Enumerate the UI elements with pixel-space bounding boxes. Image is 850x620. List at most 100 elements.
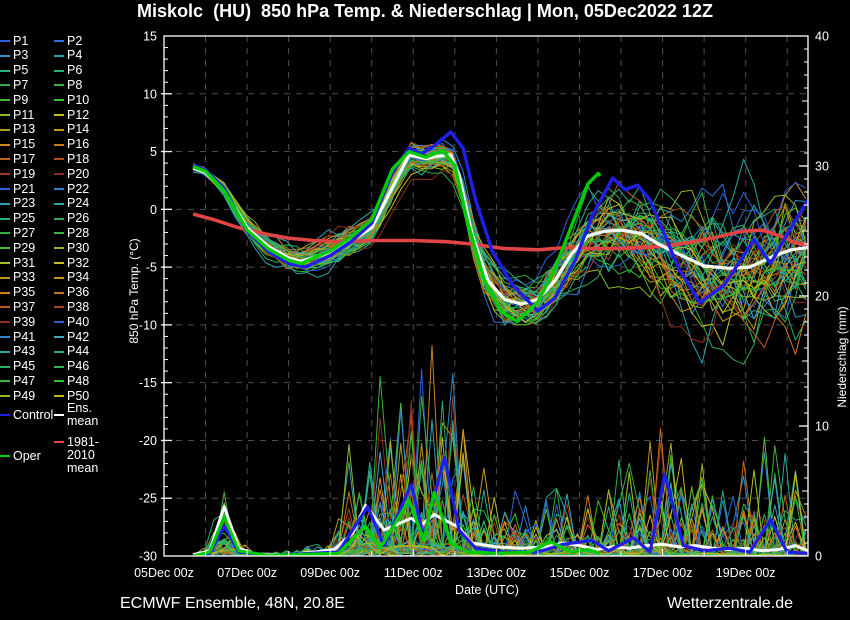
footer-model-info: ECMWF Ensemble, 48N, 20.8E — [120, 595, 345, 613]
legend-item-ens-mean: Ens. mean — [54, 408, 120, 422]
x-axis-tick-label: 05Dec 00z — [134, 566, 194, 580]
legend-item-p35: P35 — [0, 286, 35, 300]
legend-item-control: Control — [0, 408, 53, 422]
legend-item-p30-label: P30 — [67, 242, 89, 255]
legend-item-p47: P47 — [0, 374, 35, 388]
legend-item-p16-label: P16 — [67, 138, 89, 151]
ensemble-meteogram: Miskolc (HU) 850 hPa Temp. & Niederschla… — [0, 0, 850, 620]
legend-item-p49-label: P49 — [13, 390, 35, 403]
legend-item-p46: P46 — [54, 360, 89, 374]
legend-item-p43: P43 — [0, 345, 35, 359]
legend-item-climate-mean: 1981-2010 mean — [54, 436, 120, 450]
legend-item-p11-swatch — [0, 114, 10, 116]
legend-item-p32-label: P32 — [67, 257, 89, 270]
legend-item-p39: P39 — [0, 315, 35, 329]
legend-item-p29-label: P29 — [13, 242, 35, 255]
legend-item-p33-swatch — [0, 277, 10, 279]
legend-item-p14-swatch — [54, 129, 64, 131]
legend-item-p18: P18 — [54, 152, 89, 166]
right-axis-tick-label: 0 — [815, 550, 822, 564]
legend-item-p37-swatch — [0, 306, 10, 308]
legend-item-p16-swatch — [54, 144, 64, 146]
legend-item-p21-swatch — [0, 188, 10, 190]
legend-item-p7-label: P7 — [13, 79, 28, 92]
legend-item-p25: P25 — [0, 212, 35, 226]
legend-item-p10: P10 — [54, 93, 89, 107]
x-axis-tick-label: 07Dec 00z — [217, 566, 277, 580]
legend-item-climate-mean-swatch — [54, 441, 64, 443]
legend-item-p37-label: P37 — [13, 301, 35, 314]
legend-item-p19: P19 — [0, 167, 35, 181]
legend-item-p19-swatch — [0, 173, 10, 175]
legend-item-p18-label: P18 — [67, 153, 89, 166]
right-axis-label: Niederschlag (mm) — [835, 306, 849, 407]
left-axis-tick-label: -25 — [139, 492, 157, 506]
legend-item-p44: P44 — [54, 345, 89, 359]
legend-item-p11-label: P11 — [13, 109, 34, 122]
legend-item-p20-swatch — [54, 173, 64, 175]
legend-item-p36-label: P36 — [67, 286, 89, 299]
legend-item-p27-swatch — [0, 232, 10, 234]
legend-item-p46-swatch — [54, 366, 64, 368]
legend-item-p4-label: P4 — [67, 49, 82, 62]
x-axis-tick-label: 11Dec 00z — [384, 566, 443, 580]
right-axis-tick-label: 30 — [815, 160, 829, 174]
left-axis-tick-label: -5 — [146, 261, 157, 275]
legend-item-p37: P37 — [0, 300, 35, 314]
legend-item-p44-label: P44 — [67, 345, 89, 358]
ensemble-member-precip-line — [193, 376, 806, 555]
legend-item-p15-label: P15 — [13, 138, 35, 151]
legend-item-p23-swatch — [0, 203, 10, 205]
legend-item-p12-swatch — [54, 114, 64, 116]
legend-item-p19-label: P19 — [13, 168, 35, 181]
legend-item-p36: P36 — [54, 286, 89, 300]
legend-item-p3: P3 — [0, 49, 28, 63]
legend-item-p48-swatch — [54, 380, 64, 382]
legend-item-p38-swatch — [54, 306, 64, 308]
legend-item-p40: P40 — [54, 315, 89, 329]
legend-item-p4-swatch — [54, 55, 64, 57]
legend-item-p47-label: P47 — [13, 375, 35, 388]
legend-item-ens-mean-label: Ens. mean — [67, 402, 120, 428]
right-axis-tick-label: 40 — [815, 30, 829, 44]
x-axis-tick-label: 17Dec 00z — [633, 566, 693, 580]
legend-item-p45: P45 — [0, 360, 35, 374]
legend-item-p41: P41 — [0, 330, 35, 344]
legend-item-p8: P8 — [54, 78, 82, 92]
left-axis-tick-label: 0 — [150, 203, 157, 217]
ensemble-member-temp-line — [193, 151, 806, 330]
legend-item-p2-label: P2 — [67, 35, 82, 48]
legend-item-p22-swatch — [54, 188, 64, 190]
left-axis-tick-label: 5 — [150, 145, 157, 159]
legend-item-p21: P21 — [0, 182, 35, 196]
legend-item-p28-swatch — [54, 232, 64, 234]
legend-item-p6-swatch — [54, 70, 64, 72]
legend-item-control-label: Control — [13, 409, 53, 422]
legend-item-p34: P34 — [54, 271, 89, 285]
legend-item-p24-swatch — [54, 203, 64, 205]
legend-item-p20: P20 — [54, 167, 89, 181]
legend-item-p42-swatch — [54, 336, 64, 338]
legend-item-p13: P13 — [0, 123, 35, 137]
legend-item-p7: P7 — [0, 78, 28, 92]
legend-item-p45-label: P45 — [13, 360, 35, 373]
legend-item-p8-label: P8 — [67, 79, 82, 92]
legend-item-p40-swatch — [54, 321, 64, 323]
legend-item-p39-label: P39 — [13, 316, 35, 329]
legend-item-p35-swatch — [0, 292, 10, 294]
legend-item-p30-swatch — [54, 247, 64, 249]
legend-item-p34-swatch — [54, 277, 64, 279]
legend-item-p1: P1 — [0, 34, 28, 48]
legend-item-p44-swatch — [54, 351, 64, 353]
legend-item-p1-swatch — [0, 40, 10, 42]
x-axis-label: Date (UTC) — [455, 583, 519, 597]
legend-item-p5: P5 — [0, 64, 28, 78]
ensemble-legend: P1P2P3P4P5P6P7P8P9P10P11P12P13P14P15P16P… — [0, 0, 120, 560]
legend-item-p3-label: P3 — [13, 49, 28, 62]
legend-item-p21-label: P21 — [13, 183, 35, 196]
legend-item-p12: P12 — [54, 108, 89, 122]
legend-item-p11: P11 — [0, 108, 34, 122]
legend-item-p22-label: P22 — [67, 183, 89, 196]
legend-item-p3-swatch — [0, 55, 10, 57]
legend-item-p5-label: P5 — [13, 64, 28, 77]
